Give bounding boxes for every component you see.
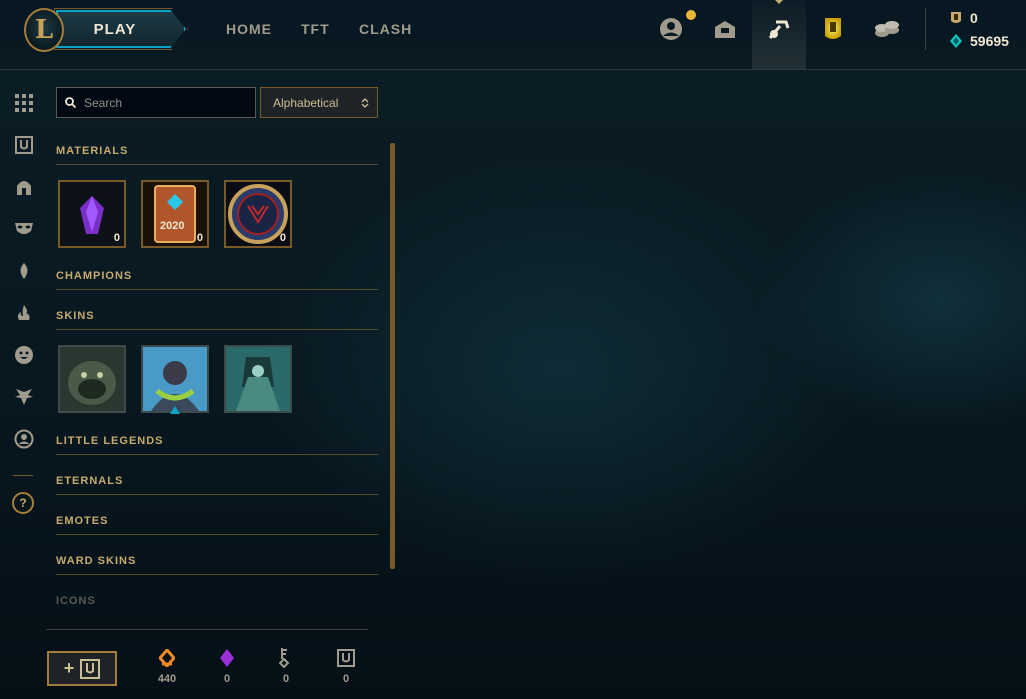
nav-tft[interactable]: TFT (301, 21, 330, 37)
emote-face-icon[interactable] (13, 344, 35, 366)
material-gemstone[interactable]: 0 (58, 180, 126, 248)
orange-essence-icon (159, 649, 175, 667)
sort-dropdown[interactable]: Alphabetical (260, 87, 378, 118)
collection-icon[interactable] (708, 12, 742, 46)
bottom-divider (46, 629, 368, 630)
store-icon[interactable] (816, 12, 850, 46)
key-fragment-icon (279, 648, 290, 669)
stat-value: 0 (342, 673, 350, 685)
profile-circle-icon[interactable] (13, 428, 35, 450)
mythic-essence-icon (951, 12, 961, 23)
search-icon (65, 97, 76, 108)
skin-tile-1[interactable] (58, 345, 126, 413)
stat-value: 0 (223, 673, 231, 685)
scrollbar[interactable] (390, 143, 395, 569)
material-event-pass[interactable]: 2020 0 (141, 180, 209, 248)
fire-icon[interactable] (13, 302, 35, 324)
top-bar: PLAY L HOME TFT CLASH 0 59695 (0, 0, 1026, 70)
section-eternals[interactable]: ETERNALS (56, 475, 378, 495)
loot-icon[interactable] (762, 12, 796, 46)
league-logo-icon[interactable]: L (24, 8, 64, 52)
skin-tile-3[interactable] (224, 345, 292, 413)
stat-gemstone[interactable]: 0 (207, 647, 247, 685)
stat-chest[interactable]: 0 (326, 647, 366, 685)
sidenav-divider (13, 475, 33, 476)
section-materials[interactable]: MATERIALS (56, 145, 378, 165)
event-pass-year: 2020 (160, 220, 185, 232)
search-box[interactable] (56, 87, 256, 118)
skin-tile-2[interactable] (141, 345, 209, 413)
search-input[interactable] (84, 95, 244, 110)
blue-essence-icon (950, 34, 962, 48)
champion-helmet-icon[interactable] (13, 176, 35, 198)
section-ward-skins[interactable]: WARD SKINS (56, 555, 378, 575)
blue-essence-balance[interactable]: 59695 (948, 33, 1009, 49)
chest-icon[interactable] (13, 134, 35, 156)
gemstone-icon (220, 649, 234, 667)
chest-icon (80, 658, 101, 679)
nav-clash[interactable]: CLASH (359, 21, 412, 37)
blue-essence-value: 59695 (970, 33, 1009, 49)
chevron-updown-icon (361, 97, 369, 108)
profile-icon[interactable] (654, 12, 688, 46)
play-button-label: PLAY (93, 20, 137, 38)
add-chest-button[interactable]: + (47, 651, 117, 686)
section-skins[interactable]: SKINS (56, 310, 378, 330)
material-count: 0 (113, 232, 120, 244)
skin-portrait-3 (226, 347, 290, 411)
skin-portrait-1 (60, 347, 124, 411)
section-icons[interactable]: ICONS (56, 595, 378, 615)
topbar-divider (925, 8, 926, 50)
add-label: + (63, 658, 75, 678)
notification-dot (686, 10, 696, 20)
stat-key-fragment[interactable]: 0 (266, 647, 306, 685)
logo-letter: L (34, 15, 54, 45)
material-worlds-token[interactable]: 0 (224, 180, 292, 248)
section-emotes[interactable]: EMOTES (56, 515, 378, 535)
nav-home[interactable]: HOME (226, 21, 272, 37)
little-legend-icon[interactable] (13, 386, 35, 408)
mask-icon[interactable] (13, 218, 35, 240)
help-label: ? (19, 496, 27, 510)
play-button[interactable]: PLAY (56, 10, 186, 48)
stat-value: 0 (282, 673, 290, 685)
stat-value: 440 (157, 673, 177, 685)
help-button[interactable]: ? (12, 492, 34, 514)
section-little-legends[interactable]: LITTLE LEGENDS (56, 435, 378, 455)
mythic-essence-value: 0 (970, 10, 978, 26)
material-count: 0 (196, 232, 203, 244)
currency-icon[interactable] (870, 12, 904, 46)
all-grid-icon[interactable] (13, 92, 35, 114)
skin-portrait-2 (143, 347, 207, 411)
section-champions[interactable]: CHAMPIONS (56, 270, 378, 290)
material-count: 0 (279, 232, 286, 244)
mythic-essence-balance[interactable]: 0 (948, 10, 978, 26)
leaf-icon[interactable] (13, 260, 35, 282)
chest-icon (337, 649, 355, 667)
sort-label: Alphabetical (273, 95, 339, 110)
stat-orange-essence[interactable]: 440 (147, 647, 187, 685)
